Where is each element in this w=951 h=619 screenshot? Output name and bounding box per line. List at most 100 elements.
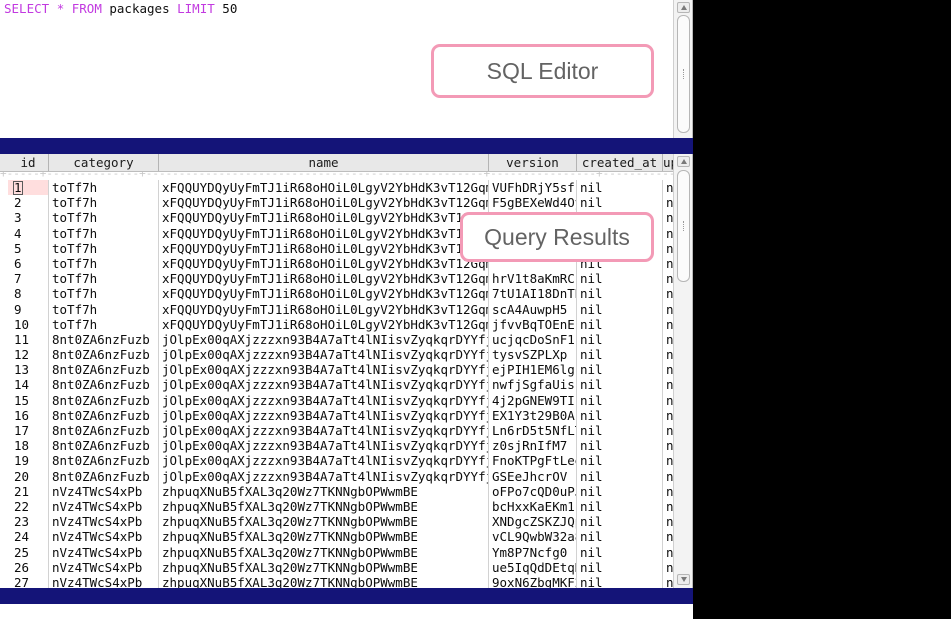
cell-name[interactable]: xFQQUYDQyUyFmTJ1iR68oHOiL0LgyV2YbHdK3vT1… xyxy=(158,195,488,210)
cell-created_at[interactable]: nil xyxy=(576,545,662,560)
cell-category[interactable]: toTf7h xyxy=(48,210,158,225)
cell-version[interactable]: 7tU1AI18DnTBsV xyxy=(488,286,576,301)
table-row[interactable]: 1toTf7hxFQQUYDQyUyFmTJ1iR68oHOiL0LgyV2Yb… xyxy=(0,180,673,195)
cell-created_at[interactable]: nil xyxy=(576,408,662,423)
cell-name[interactable]: jOlpEx00qAXjzzzxn93B4A7aTt4lNIisvZyqkqrD… xyxy=(158,332,488,347)
cell-id[interactable]: 2 xyxy=(8,195,48,210)
cell-version[interactable]: Ln6rD5t5NfLT xyxy=(488,423,576,438)
cell-id[interactable]: 27 xyxy=(8,575,48,588)
cell-category[interactable]: toTf7h xyxy=(48,241,158,256)
cell-name[interactable]: zhpuqXNuB5fXAL3q20Wz7TKNNgbOPWwmBE xyxy=(158,484,488,499)
results-scroll-up-arrow-icon[interactable] xyxy=(677,156,690,167)
cell-name[interactable]: xFQQUYDQyUyFmTJ1iR68oHOiL0LgyV2YbHdK3vT1… xyxy=(158,210,488,225)
cell-created_at[interactable]: nil xyxy=(576,377,662,392)
cell-id[interactable]: 26 xyxy=(8,560,48,575)
table-row[interactable]: 7toTf7hxFQQUYDQyUyFmTJ1iR68oHOiL0LgyV2Yb… xyxy=(0,271,673,286)
cell-name[interactable]: xFQQUYDQyUyFmTJ1iR68oHOiL0LgyV2YbHdK3vT1… xyxy=(158,271,488,286)
cell-name[interactable]: jOlpEx00qAXjzzzxn93B4A7aTt4lNIisvZyqkqrD… xyxy=(158,453,488,468)
cell-category[interactable]: 8nt0ZA6nzFuzb xyxy=(48,393,158,408)
editor-scrollbar[interactable] xyxy=(673,0,693,138)
cell-created_at[interactable]: nil xyxy=(576,302,662,317)
cell-name[interactable]: zhpuqXNuB5fXAL3q20Wz7TKNNgbOPWwmBE xyxy=(158,499,488,514)
cell-category[interactable]: nVz4TWcS4xPb xyxy=(48,545,158,560)
cell-name[interactable]: jOlpEx00qAXjzzzxn93B4A7aTt4lNIisvZyqkqrD… xyxy=(158,393,488,408)
table-row[interactable]: 10toTf7hxFQQUYDQyUyFmTJ1iR68oHOiL0LgyV2Y… xyxy=(0,317,673,332)
cell-created_at[interactable]: nil xyxy=(576,499,662,514)
cell-id[interactable]: 23 xyxy=(8,514,48,529)
results-scrollbar[interactable] xyxy=(673,154,693,588)
cell-category[interactable]: toTf7h xyxy=(48,286,158,301)
cell-id[interactable]: 8 xyxy=(8,286,48,301)
cell-id[interactable]: 17 xyxy=(8,423,48,438)
column-header-id[interactable]: id xyxy=(8,154,48,171)
cell-name[interactable]: zhpuqXNuB5fXAL3q20Wz7TKNNgbOPWwmBE xyxy=(158,529,488,544)
cell-name[interactable]: xFQQUYDQyUyFmTJ1iR68oHOiL0LgyV2YbHdK3vT1… xyxy=(158,302,488,317)
cell-version[interactable]: 4j2pGNEW9TIsNX xyxy=(488,393,576,408)
table-row[interactable]: 26nVz4TWcS4xPbzhpuqXNuB5fXAL3q20Wz7TKNNg… xyxy=(0,560,673,575)
table-row[interactable]: 22nVz4TWcS4xPbzhpuqXNuB5fXAL3q20Wz7TKNNg… xyxy=(0,499,673,514)
cell-category[interactable]: toTf7h xyxy=(48,195,158,210)
cell-version[interactable]: FnoKTPgFtLeea xyxy=(488,453,576,468)
table-row[interactable]: 128nt0ZA6nzFuzbjOlpEx00qAXjzzzxn93B4A7aT… xyxy=(0,347,673,362)
cell-name[interactable]: xFQQUYDQyUyFmTJ1iR68oHOiL0LgyV2YbHdK3vT1… xyxy=(158,180,488,195)
cell-id[interactable]: 14 xyxy=(8,377,48,392)
cell-category[interactable]: 8nt0ZA6nzFuzb xyxy=(48,438,158,453)
cell-created_at[interactable]: nil xyxy=(576,560,662,575)
cell-id[interactable]: 22 xyxy=(8,499,48,514)
cell-version[interactable]: jfvvBqTOEnEkS xyxy=(488,317,576,332)
cell-id[interactable]: 1 xyxy=(8,180,48,195)
cell-created_at[interactable]: nil xyxy=(576,393,662,408)
cell-category[interactable]: 8nt0ZA6nzFuzb xyxy=(48,423,158,438)
cell-created_at[interactable]: nil xyxy=(576,271,662,286)
column-header-version[interactable]: version xyxy=(488,154,576,171)
cell-name[interactable]: jOlpEx00qAXjzzzxn93B4A7aTt4lNIisvZyqkqrD… xyxy=(158,469,488,484)
cell-created_at[interactable]: nil xyxy=(576,529,662,544)
table-row[interactable]: 118nt0ZA6nzFuzbjOlpEx00qAXjzzzxn93B4A7aT… xyxy=(0,332,673,347)
cell-name[interactable]: xFQQUYDQyUyFmTJ1iR68oHOiL0LgyV2YbHdK3vT1… xyxy=(158,226,488,241)
cell-category[interactable]: 8nt0ZA6nzFuzb xyxy=(48,332,158,347)
table-row[interactable]: 24nVz4TWcS4xPbzhpuqXNuB5fXAL3q20Wz7TKNNg… xyxy=(0,529,673,544)
table-row[interactable]: 9toTf7hxFQQUYDQyUyFmTJ1iR68oHOiL0LgyV2Yb… xyxy=(0,302,673,317)
cell-created_at[interactable]: nil xyxy=(576,438,662,453)
cell-version[interactable]: ejPIH1EM6lg xyxy=(488,362,576,377)
scroll-up-arrow-icon[interactable] xyxy=(677,2,690,13)
cell-version[interactable]: oFPo7cQD0uPJ xyxy=(488,484,576,499)
cell-category[interactable]: nVz4TWcS4xPb xyxy=(48,499,158,514)
cell-id[interactable]: 18 xyxy=(8,438,48,453)
table-row[interactable]: 168nt0ZA6nzFuzbjOlpEx00qAXjzzzxn93B4A7aT… xyxy=(0,408,673,423)
cell-id[interactable]: 4 xyxy=(8,226,48,241)
cell-version[interactable]: z0sjRnIfM7 xyxy=(488,438,576,453)
cell-category[interactable]: toTf7h xyxy=(48,226,158,241)
cell-name[interactable]: xFQQUYDQyUyFmTJ1iR68oHOiL0LgyV2YbHdK3vT1… xyxy=(158,286,488,301)
cell-id[interactable]: 16 xyxy=(8,408,48,423)
cell-category[interactable]: nVz4TWcS4xPb xyxy=(48,514,158,529)
table-row[interactable]: 148nt0ZA6nzFuzbjOlpEx00qAXjzzzxn93B4A7aT… xyxy=(0,377,673,392)
cell-version[interactable]: hrV1t8aKmRC xyxy=(488,271,576,286)
cell-name[interactable]: jOlpEx00qAXjzzzxn93B4A7aTt4lNIisvZyqkqrD… xyxy=(158,347,488,362)
cell-id[interactable]: 21 xyxy=(8,484,48,499)
cell-name[interactable]: zhpuqXNuB5fXAL3q20Wz7TKNNgbOPWwmBE xyxy=(158,545,488,560)
cell-id[interactable]: 19 xyxy=(8,453,48,468)
table-row[interactable]: 23nVz4TWcS4xPbzhpuqXNuB5fXAL3q20Wz7TKNNg… xyxy=(0,514,673,529)
cell-created_at[interactable]: nil xyxy=(576,423,662,438)
table-row[interactable]: 158nt0ZA6nzFuzbjOlpEx00qAXjzzzxn93B4A7aT… xyxy=(0,393,673,408)
cell-id[interactable]: 5 xyxy=(8,241,48,256)
cell-name[interactable]: zhpuqXNuB5fXAL3q20Wz7TKNNgbOPWwmBE xyxy=(158,514,488,529)
cell-name[interactable]: xFQQUYDQyUyFmTJ1iR68oHOiL0LgyV2YbHdK3vT1… xyxy=(158,317,488,332)
cell-name[interactable]: zhpuqXNuB5fXAL3q20Wz7TKNNgbOPWwmBE xyxy=(158,560,488,575)
cell-name[interactable]: xFQQUYDQyUyFmTJ1iR68oHOiL0LgyV2YbHdK3vT1… xyxy=(158,241,488,256)
cell-created_at[interactable]: nil xyxy=(576,286,662,301)
table-row[interactable]: 27nVz4TWcS4xPbzhpuqXNuB5fXAL3q20Wz7TKNNg… xyxy=(0,575,673,588)
cell-created_at[interactable]: nil xyxy=(576,453,662,468)
cell-name[interactable]: jOlpEx00qAXjzzzxn93B4A7aTt4lNIisvZyqkqrD… xyxy=(158,438,488,453)
editor-scrollbar-thumb[interactable] xyxy=(677,15,690,133)
cell-id[interactable]: 3 xyxy=(8,210,48,225)
table-row[interactable]: 178nt0ZA6nzFuzbjOlpEx00qAXjzzzxn93B4A7aT… xyxy=(0,423,673,438)
cell-created_at[interactable]: nil xyxy=(576,514,662,529)
cell-created_at[interactable]: nil xyxy=(576,195,662,210)
cell-category[interactable]: toTf7h xyxy=(48,180,158,195)
cell-version[interactable]: nwfjSgfaUis1 xyxy=(488,377,576,392)
cell-category[interactable]: 8nt0ZA6nzFuzb xyxy=(48,453,158,468)
cell-id[interactable]: 24 xyxy=(8,529,48,544)
cell-version[interactable]: vCL9QwbW32a8P xyxy=(488,529,576,544)
